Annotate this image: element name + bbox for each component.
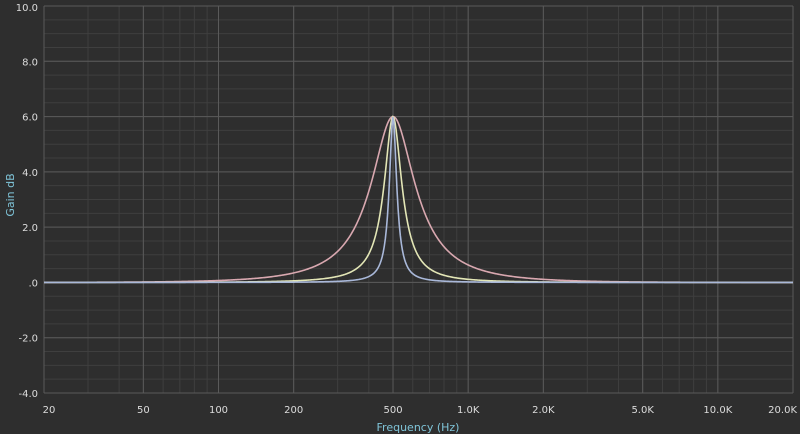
y-tick-label: 6.0: [22, 113, 38, 124]
x-tick-label: 5.0K: [631, 405, 654, 416]
x-tick-label: 2.0K: [532, 405, 555, 416]
x-tick-label: 20: [43, 405, 56, 416]
x-tick-label: 50: [137, 405, 150, 416]
y-axis-title: Gain dB: [4, 173, 17, 216]
y-tick-label: 10.0: [16, 3, 38, 14]
x-tick-label: 200: [284, 405, 303, 416]
y-tick-label: 4.0: [22, 168, 38, 179]
y-tick-label: .0: [28, 278, 38, 289]
x-axis-title: Frequency (Hz): [377, 421, 460, 434]
y-tick-label: -4.0: [18, 389, 38, 400]
x-tick-label: 20.0K: [768, 405, 797, 416]
x-tick-label: 500: [383, 405, 402, 416]
y-tick-label: 2.0: [22, 223, 38, 234]
y-tick-label: 8.0: [22, 57, 38, 68]
x-tick-label: 100: [209, 405, 228, 416]
x-tick-label: 1.0K: [457, 405, 480, 416]
eq-response-chart: 20 50 100 200 500 1.0K 2.0K 5.0K 10.0K 20.0K 10.0…: [0, 0, 800, 434]
y-tick-label: -2.0: [18, 334, 38, 345]
plot-background: [0, 0, 800, 434]
x-tick-label: 10.0K: [703, 405, 732, 416]
